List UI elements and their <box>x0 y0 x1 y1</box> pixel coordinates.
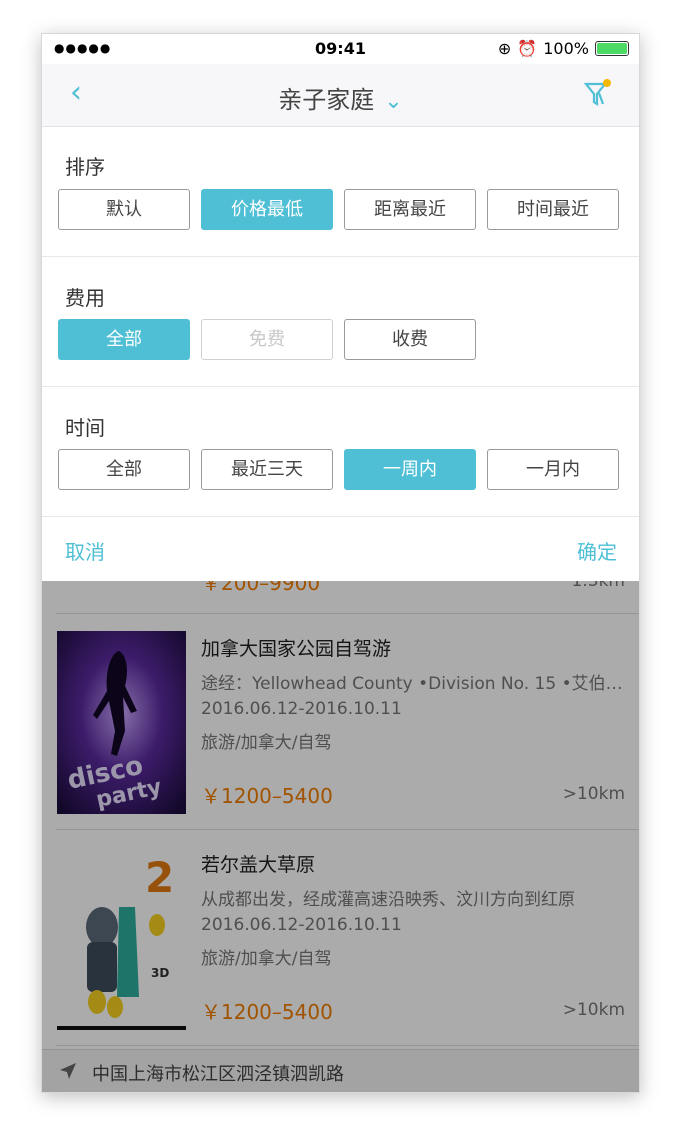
status-right: ⊕ ⏰ 100% <box>498 39 629 58</box>
sort-price-button[interactable]: 价格最低 <box>201 189 333 230</box>
fee-section: 费用 全部 免费 收费 <box>42 257 639 387</box>
dim-overlay[interactable] <box>42 579 639 1092</box>
phone-frame: ●●●●● 09:41 ⊕ ⏰ 100% ‹ 亲子家庭 ⌄ 排序 默认 价格最低 … <box>41 33 640 1093</box>
filter-panel: 排序 默认 价格最低 距离最近 时间最近 费用 全部 免费 收费 时间 全部 最… <box>42 127 639 581</box>
nav-bar: ‹ 亲子家庭 ⌄ <box>42 64 639 127</box>
time-label: 时间 <box>65 416 105 440</box>
sort-time-button[interactable]: 时间最近 <box>487 189 619 230</box>
time-month-button[interactable]: 一月内 <box>487 449 619 490</box>
filter-footer: 取消 确定 <box>42 517 639 581</box>
battery-icon <box>595 41 629 56</box>
sort-label: 排序 <box>65 155 105 179</box>
fee-all-button[interactable]: 全部 <box>58 319 190 360</box>
sort-section: 排序 默认 价格最低 距离最近 时间最近 <box>42 127 639 257</box>
time-3days-button[interactable]: 最近三天 <box>201 449 333 490</box>
time-section: 时间 全部 最近三天 一周内 一月内 <box>42 387 639 517</box>
time-week-button[interactable]: 一周内 <box>344 449 476 490</box>
page-title[interactable]: 亲子家庭 ⌄ <box>42 80 639 115</box>
lock-rotation-icon: ⊕ <box>497 39 512 58</box>
battery-percent: 100% <box>543 39 589 58</box>
fee-free-button[interactable]: 免费 <box>201 319 333 360</box>
cancel-button[interactable]: 取消 <box>65 536 105 565</box>
time-all-button[interactable]: 全部 <box>58 449 190 490</box>
status-bar: ●●●●● 09:41 ⊕ ⏰ 100% <box>42 34 639 64</box>
fee-paid-button[interactable]: 收费 <box>344 319 476 360</box>
confirm-button[interactable]: 确定 <box>577 536 617 565</box>
fee-label: 费用 <box>65 286 105 310</box>
chevron-down-icon[interactable]: ⌄ <box>384 89 402 114</box>
alarm-icon: ⏰ <box>517 39 538 58</box>
sort-distance-button[interactable]: 距离最近 <box>344 189 476 230</box>
sort-default-button[interactable]: 默认 <box>58 189 190 230</box>
title-text: 亲子家庭 <box>278 86 375 114</box>
filter-icon[interactable] <box>583 78 613 108</box>
